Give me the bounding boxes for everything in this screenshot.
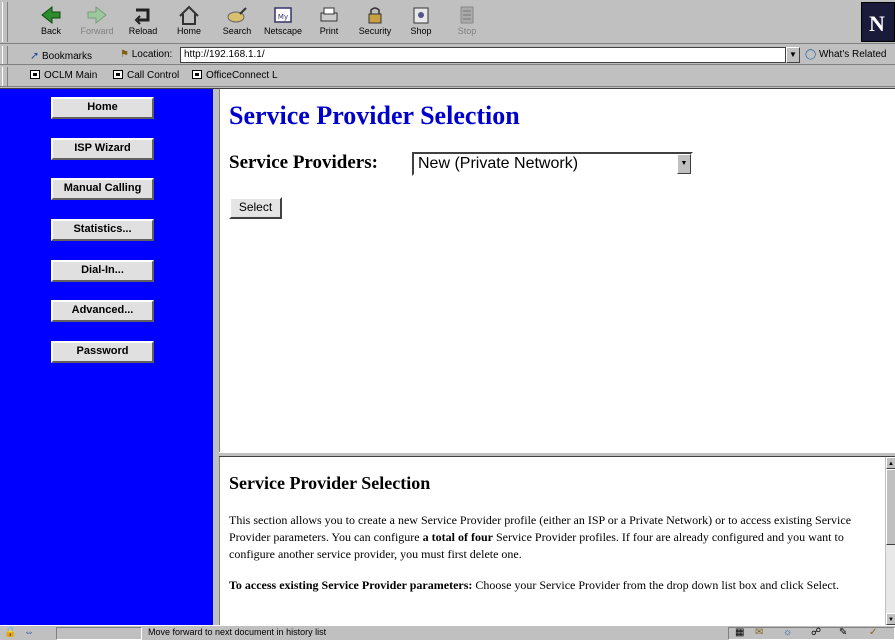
svg-text:My: My	[278, 13, 288, 21]
url-field[interactable]: http://192.168.1.1/	[180, 47, 786, 63]
print-button[interactable]: Print	[306, 4, 352, 42]
scroll-up-icon[interactable]: ▲	[886, 457, 895, 469]
service-providers-select[interactable]: New (Private Network) ▼	[412, 152, 693, 176]
personal-link-officeconnect[interactable]: OfficeConnect L	[192, 70, 278, 81]
back-arrow-icon	[41, 5, 61, 25]
newsgroup-icon[interactable]: ☼	[783, 628, 792, 638]
security-button[interactable]: Security	[352, 4, 398, 42]
navigator-icon[interactable]: ▦	[735, 628, 744, 638]
forward-arrow-icon	[87, 5, 107, 25]
help-scrollbar[interactable]: ▲ ▼	[885, 457, 895, 625]
help-paragraph-intro: This section allows you to create a new …	[229, 513, 852, 561]
main-content: Service Provider Selection Service Provi…	[219, 89, 895, 452]
help-paragraph-access: To access existing Service Provider para…	[229, 578, 839, 592]
print-icon	[320, 7, 338, 22]
status-message: Move forward to next document in history…	[148, 627, 327, 637]
shop-icon	[413, 7, 429, 24]
sidebar-item-password[interactable]: Password	[51, 341, 154, 363]
shop-button[interactable]: Shop	[398, 4, 444, 42]
help-panel: Service Provider Selection This section …	[219, 457, 895, 625]
search-button[interactable]: Search	[214, 4, 260, 42]
select-button[interactable]: Select	[229, 197, 282, 219]
netscape-button[interactable]: My Netscape	[260, 4, 306, 42]
scroll-thumb[interactable]	[886, 469, 895, 545]
scroll-down-icon[interactable]: ▼	[886, 613, 895, 625]
personal-link-call-control[interactable]: Call Control	[113, 70, 179, 81]
netscape-icon: My	[274, 7, 292, 23]
composer-pen-icon[interactable]: ✓	[869, 628, 877, 638]
bookmarks-button[interactable]: ➚ Bookmarks	[30, 49, 92, 62]
address-book-icon[interactable]: ☍	[811, 628, 821, 638]
whats-related-button[interactable]: ◯ What's Related	[805, 49, 886, 60]
location-toolbar: ➚ Bookmarks ⚑ Location: http://192.168.1…	[0, 45, 895, 65]
lock-icon	[368, 7, 382, 24]
sidebar-item-dial-in[interactable]: Dial-In...	[51, 260, 154, 282]
whats-related-icon: ◯	[805, 49, 817, 60]
bookmark-page-icon	[30, 70, 40, 79]
composer-icon[interactable]: ✎	[839, 628, 847, 638]
reload-icon	[134, 8, 150, 25]
stop-icon	[460, 6, 474, 24]
search-icon	[227, 7, 247, 23]
personal-link-oclm-main[interactable]: OCLM Main	[30, 70, 97, 81]
content-frames: Home ISP Wizard Manual Calling Statistic…	[0, 88, 895, 625]
home-button[interactable]: Home	[166, 4, 212, 42]
location-grip[interactable]	[2, 46, 8, 64]
chevron-down-icon[interactable]: ▼	[677, 154, 691, 174]
location-pin-icon: ⚑	[120, 49, 129, 60]
url-dropdown-icon[interactable]: ▼	[786, 47, 800, 63]
mail-icon[interactable]: ✉	[755, 628, 763, 638]
forward-button[interactable]: Forward	[74, 4, 120, 42]
browser-window: Back Forward Reload Home Search My Netsc…	[0, 0, 895, 640]
navigation-toolbar: Back Forward Reload Home Search My Netsc…	[0, 0, 895, 44]
sidebar-item-manual-calling[interactable]: Manual Calling	[51, 178, 154, 200]
home-icon	[179, 5, 199, 25]
service-providers-selected-value: New (Private Network)	[418, 155, 579, 172]
status-bar: 🔒 ⇔ Move forward to next document in his…	[0, 625, 895, 640]
connection-icon[interactable]: ⇔	[24, 628, 34, 638]
sidebar-nav: Home ISP Wizard Manual Calling Statistic…	[0, 89, 216, 625]
page-title: Service Provider Selection	[229, 101, 520, 130]
toolbar-grip[interactable]	[2, 2, 8, 42]
bookmark-page-icon	[113, 70, 123, 79]
bookmark-page-icon	[192, 70, 202, 79]
stop-button[interactable]: Stop	[444, 4, 490, 42]
location-label: ⚑ Location:	[120, 49, 173, 60]
sidebar-item-advanced[interactable]: Advanced...	[51, 300, 154, 322]
netscape-logo[interactable]: N	[861, 2, 895, 42]
service-providers-label: Service Providers:	[229, 152, 378, 173]
progress-cell	[56, 627, 142, 640]
sidebar-item-statistics[interactable]: Statistics...	[51, 219, 154, 241]
component-bar: ▦ ✉ ☼ ☍ ✎ ✓	[728, 627, 895, 640]
sidebar-item-home[interactable]: Home	[51, 97, 154, 119]
sidebar-item-isp-wizard[interactable]: ISP Wizard	[51, 138, 154, 160]
reload-button[interactable]: Reload	[120, 4, 166, 42]
personal-toolbar: OCLM Main Call Control OfficeConnect L	[0, 66, 895, 87]
personal-grip[interactable]	[2, 67, 8, 86]
bookmark-ribbon-icon: ➚	[30, 50, 40, 62]
back-button[interactable]: Back	[28, 4, 74, 42]
help-title: Service Provider Selection	[229, 473, 431, 493]
security-lock-icon[interactable]: 🔒	[4, 628, 16, 638]
